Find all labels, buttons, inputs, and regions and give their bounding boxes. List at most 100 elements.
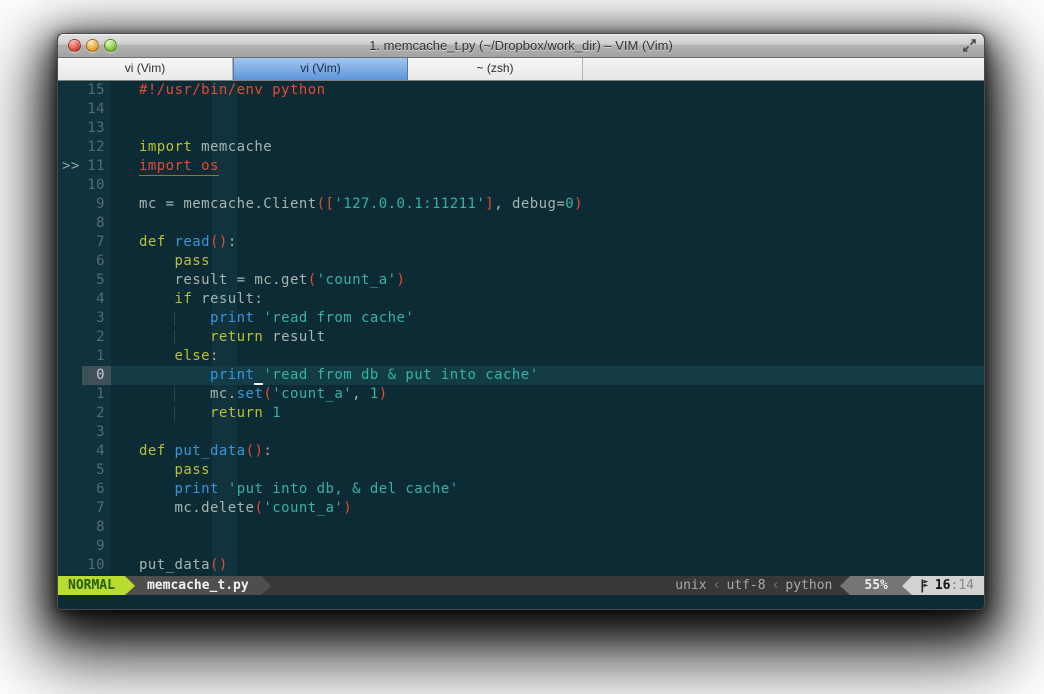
mode-indicator: NORMAL [58,576,125,595]
indent-guide [174,330,175,345]
code-row[interactable]: 4 if result: [58,290,984,309]
line-number: 13 [82,119,111,138]
line-number: 6 [82,252,111,271]
sign-column [58,423,82,442]
code-row[interactable]: 2 return result [58,328,984,347]
tab-1-vi-vim[interactable]: vi (Vim) [233,58,408,80]
line-number: 3 [82,423,111,442]
code-row[interactable]: 1 mc.set('count_a', 1) [58,385,984,404]
code-row[interactable]: 4 def put_data(): [58,442,984,461]
code-row[interactable]: 13 [58,119,984,138]
line-number: 12 [82,138,111,157]
code-row[interactable]: 9 [58,537,984,556]
indent-guide [174,311,175,326]
code-row[interactable]: 3 [58,423,984,442]
code-row[interactable]: 10 [58,176,984,195]
status-item: unix [675,578,707,593]
window-titlebar[interactable]: 1. memcache_t.py (~/Dropbox/work_dir) – … [58,34,984,58]
line-number: 11 [82,157,111,176]
code-row[interactable]: 10 put_data() [58,556,984,575]
line-number: 10 [82,556,111,575]
code-line: def read(): [139,234,237,250]
fullscreen-icon[interactable] [962,38,977,53]
sign-column [58,366,82,385]
code-line: def put_data(): [139,443,273,459]
sign-column [58,214,82,233]
sign-column [58,252,82,271]
status-right-text: unix ‹ utf-8 ‹ python [667,576,841,595]
powerline-separator [840,576,851,595]
scroll-percent: 55% [850,576,902,595]
sign-column [58,480,82,499]
code-row[interactable]: 5 pass [58,461,984,480]
sign-column [58,461,82,480]
indent-guide [174,406,175,421]
line-number: 1 [82,347,111,366]
code-row[interactable]: 6 pass [58,252,984,271]
line-number: 9 [82,195,111,214]
sign-column [58,404,82,423]
code-line: if result: [174,291,264,307]
code-row[interactable]: 2 return 1 [58,404,984,423]
code-row[interactable]: 3 print 'read from cache' [58,309,984,328]
code-row[interactable]: 14 [58,100,984,119]
tab-0-vi-vim[interactable]: vi (Vim) [58,58,233,80]
line-number: 3 [82,309,111,328]
code-row[interactable]: 5 result = mc.get('count_a') [58,271,984,290]
tab-2-zsh[interactable]: ~ (zsh) [408,58,583,80]
indent-guide [174,387,175,402]
powerline-separator [901,576,912,595]
line-number: 5 [82,461,111,480]
sign-column [58,442,82,461]
code-row[interactable]: 7 def read(): [58,233,984,252]
desktop: 1. memcache_t.py (~/Dropbox/work_dir) – … [0,0,1044,694]
chevron-separator-icon: ‹ [771,578,780,593]
code-line: import os [139,158,219,176]
code-row[interactable]: 1 else: [58,347,984,366]
sign-column [58,347,82,366]
sign-column: >> [58,157,82,176]
code-row[interactable]: 7 mc.delete('count_a') [58,499,984,518]
statusbar-filler [270,576,668,595]
code-line: import memcache [139,139,273,155]
line-flag-icon [921,579,929,592]
clock-hours: 16 [934,578,951,593]
line-number: 10 [82,176,111,195]
sign-column [58,556,82,575]
sign-column [58,537,82,556]
code-row[interactable]: 8 [58,518,984,537]
line-number: 9 [82,537,111,556]
line-number: 15 [82,81,111,100]
code-row[interactable]: 0 print 'read from db & put into cache' [58,366,984,385]
sign-column [58,290,82,309]
chevron-separator-icon: ‹ [712,578,721,593]
code-row[interactable]: 15 #!/usr/bin/env python [58,81,984,100]
code-row[interactable]: 9 mc = memcache.Client(['127.0.0.1:11211'… [58,195,984,214]
time-segment: 16:14 [911,576,984,595]
sign-column [58,518,82,537]
code-row[interactable]: 6 print 'put into db, & del cache' [58,480,984,499]
code-line: return 1 [111,404,984,423]
vim-command-line [58,595,984,609]
code-line: print 'put into db, & del cache' [174,481,459,497]
code-row[interactable]: 12 import memcache [58,138,984,157]
sign-column [58,176,82,195]
code-line: print 'read from cache' [111,309,984,328]
code-row[interactable]: 8 [58,214,984,233]
sign-column [58,233,82,252]
sign-column [58,138,82,157]
line-number: 4 [82,442,111,461]
line-number: 7 [82,499,111,518]
status-item: python [785,578,833,593]
code-line: pass [174,253,211,269]
tab-bar-empty-area [583,58,984,80]
code-line: mc = memcache.Client(['127.0.0.1:11211']… [139,196,583,212]
line-number: 14 [82,100,111,119]
code-line: #!/usr/bin/env python [139,82,326,98]
code-row[interactable]: >> 11 import os [58,157,984,176]
sign-column [58,499,82,518]
line-number: 8 [82,518,111,537]
